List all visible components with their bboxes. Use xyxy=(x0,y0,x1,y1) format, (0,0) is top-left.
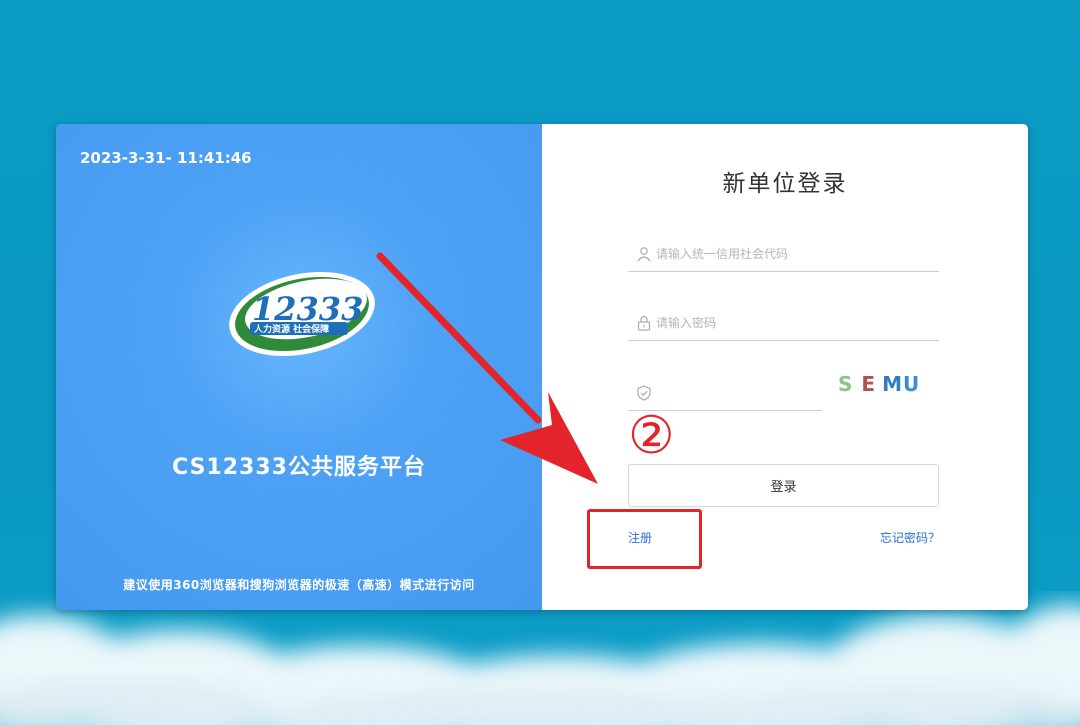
login-button[interactable]: 登录 xyxy=(628,464,939,507)
login-title: 新单位登录 xyxy=(722,171,848,197)
captcha-input[interactable] xyxy=(656,380,816,406)
credit-code-field xyxy=(628,237,939,272)
password-input[interactable] xyxy=(656,310,926,336)
platform-title: CS12333公共服务平台 xyxy=(172,455,426,480)
highlight-box xyxy=(587,509,702,569)
12333-logo: 12333 人力资源 社会保障 xyxy=(229,271,375,357)
captcha-char: M xyxy=(882,372,903,396)
current-datetime: 2023-3-31- 11:41:46 xyxy=(80,149,252,167)
user-icon xyxy=(637,247,651,262)
branding-panel: 2023-3-31- 11:41:46 12333 人力资源 社会保障 CS12… xyxy=(56,124,542,610)
captcha-char: U xyxy=(902,372,921,396)
captcha-char: S xyxy=(838,372,854,396)
logo-subtitle: 人力资源 社会保障 xyxy=(253,323,329,335)
login-card: 2023-3-31- 11:41:46 12333 人力资源 社会保障 CS12… xyxy=(56,124,1028,610)
captcha-char: E xyxy=(861,372,877,396)
password-field xyxy=(628,306,939,341)
captcha-image[interactable]: S E MU xyxy=(838,372,923,402)
credit-code-input[interactable] xyxy=(656,241,926,267)
step-number: ② xyxy=(628,406,675,466)
browser-recommendation: 建议使用360浏览器和搜狗浏览器的极速（高速）模式进行访问 xyxy=(123,578,475,592)
shield-check-icon xyxy=(637,385,651,401)
lock-icon xyxy=(637,315,651,331)
forgot-password-link[interactable]: 忘记密码？ xyxy=(880,529,940,546)
